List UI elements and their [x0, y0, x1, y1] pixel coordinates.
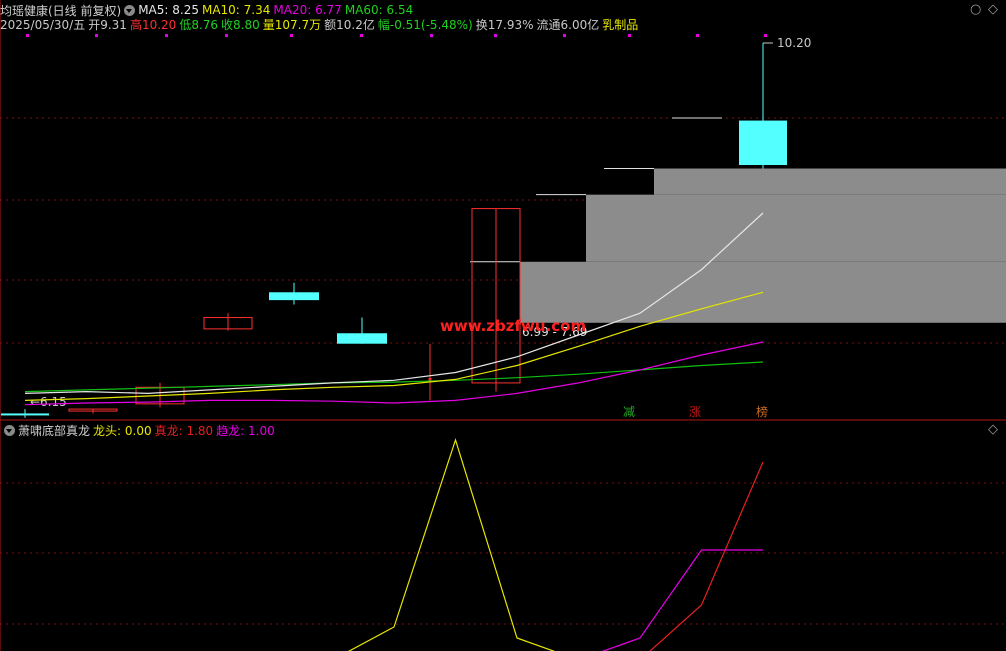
top-marker-dot — [628, 34, 631, 37]
top-marker-dot — [26, 34, 29, 37]
zone-block — [654, 168, 1006, 195]
candle-body — [337, 333, 387, 344]
floatcap-text: 流通6.00亿 — [536, 17, 600, 32]
marker-label: 涨 — [689, 404, 701, 419]
candle-body — [739, 120, 787, 166]
diamond-icon[interactable]: ◇ — [988, 422, 998, 437]
top-marker-dot — [494, 34, 497, 37]
zhenlong-indicator-line — [649, 461, 764, 651]
zone-block — [586, 194, 1006, 262]
top-marker-dot — [430, 34, 433, 37]
low-annotation-label: ←6.15 — [30, 395, 67, 409]
qulong-indicator-line — [601, 549, 763, 651]
candle-body — [269, 292, 319, 301]
top-marker-dot — [95, 34, 98, 37]
watermark-text: www.zbzfwu.com — [440, 317, 586, 335]
marker-label: 减 — [623, 405, 635, 419]
close-text: 收8.80 — [221, 17, 260, 32]
longtou-value: 龙头: 0.00 — [93, 423, 152, 438]
top-marker-dot — [165, 34, 168, 37]
circle-icon[interactable]: ○ — [970, 2, 981, 17]
sector-text[interactable]: 乳制品 — [602, 16, 638, 33]
dropdown-icon[interactable] — [124, 4, 136, 16]
marker-label: 榜 — [756, 404, 768, 419]
diamond-icon[interactable]: ◇ — [988, 2, 998, 17]
volume-text: 量107.7万 — [262, 17, 322, 32]
top-marker-dot — [360, 34, 363, 37]
high-text: 高10.20 — [129, 17, 177, 32]
top-marker-dot — [764, 34, 767, 37]
qulong-value: 趋龙: 1.00 — [216, 423, 275, 438]
zhenlong-value: 真龙: 1.80 — [154, 423, 214, 438]
open-text: 开9.31 — [88, 17, 127, 32]
price-chart: 8.46 - 8.767.69 - 8.466.99 - 7.6910.20←6… — [0, 0, 1006, 651]
top-marker-dot — [563, 34, 566, 37]
top-marker-dot — [225, 34, 228, 37]
longtou-indicator-line — [348, 438, 556, 651]
low-text: 低8.76 — [179, 17, 219, 32]
amount-text: 额10.2亿 — [324, 17, 375, 32]
zone-block — [520, 261, 1006, 323]
indicator-title[interactable]: 萧啸底部真龙 — [18, 422, 90, 439]
top-marker-dot — [696, 34, 699, 37]
change-text: 幅-0.51(-5.48%) — [377, 17, 473, 32]
indicator-dropdown-icon[interactable] — [4, 424, 15, 436]
candle-body — [1, 413, 49, 416]
date-text: 2025/05/30/五 — [0, 17, 86, 32]
turnover-text: 换17.93% — [475, 17, 534, 32]
high-annotation-label: 10.20 — [777, 36, 811, 50]
top-marker-dot — [290, 34, 293, 37]
